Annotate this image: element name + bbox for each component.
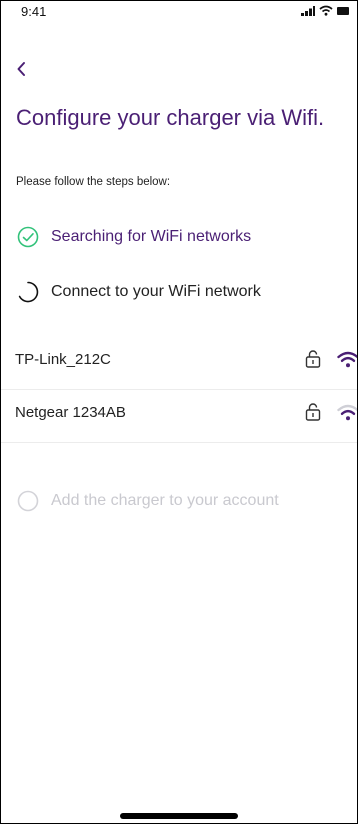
home-indicator[interactable] [120,813,238,819]
step-connect: Connect to your WiFi network [17,281,261,303]
cellular-signal-icon [301,5,315,16]
lock-icon [305,403,321,421]
network-item-tp-link[interactable]: TP-Link_212C [1,337,357,390]
step-label: Connect to your WiFi network [51,283,261,300]
phone-screen: 9:41 Configure your charger via Wifi. Pl… [0,0,358,824]
chevron-left-icon [17,62,25,76]
battery-icon [337,6,349,15]
step-label: Add the charger to your account [51,492,279,509]
step-searching: Searching for WiFi networks [17,226,251,248]
status-bar: 9:41 [1,1,357,21]
wifi-strong-icon [337,351,357,368]
step-add-charger: Add the charger to your account [17,490,279,512]
step-label: Searching for WiFi networks [51,228,252,245]
empty-circle-icon [17,490,39,512]
back-button[interactable] [11,57,31,81]
lock-icon [305,350,321,368]
network-item-netgear[interactable]: Netgear 1234AB [1,390,357,443]
page-subtitle: Please follow the steps below: [16,176,171,188]
check-circle-icon [17,226,39,248]
loading-spinner-icon [18,281,39,303]
network-name: Netgear 1234AB [15,404,126,421]
status-icons [301,5,349,16]
status-time: 9:41 [21,4,47,19]
wifi-status-icon [319,5,333,16]
wifi-weak-icon [337,404,357,421]
page-title: Configure your charger via Wifi. [16,105,325,130]
network-name: TP-Link_212C [15,351,111,368]
